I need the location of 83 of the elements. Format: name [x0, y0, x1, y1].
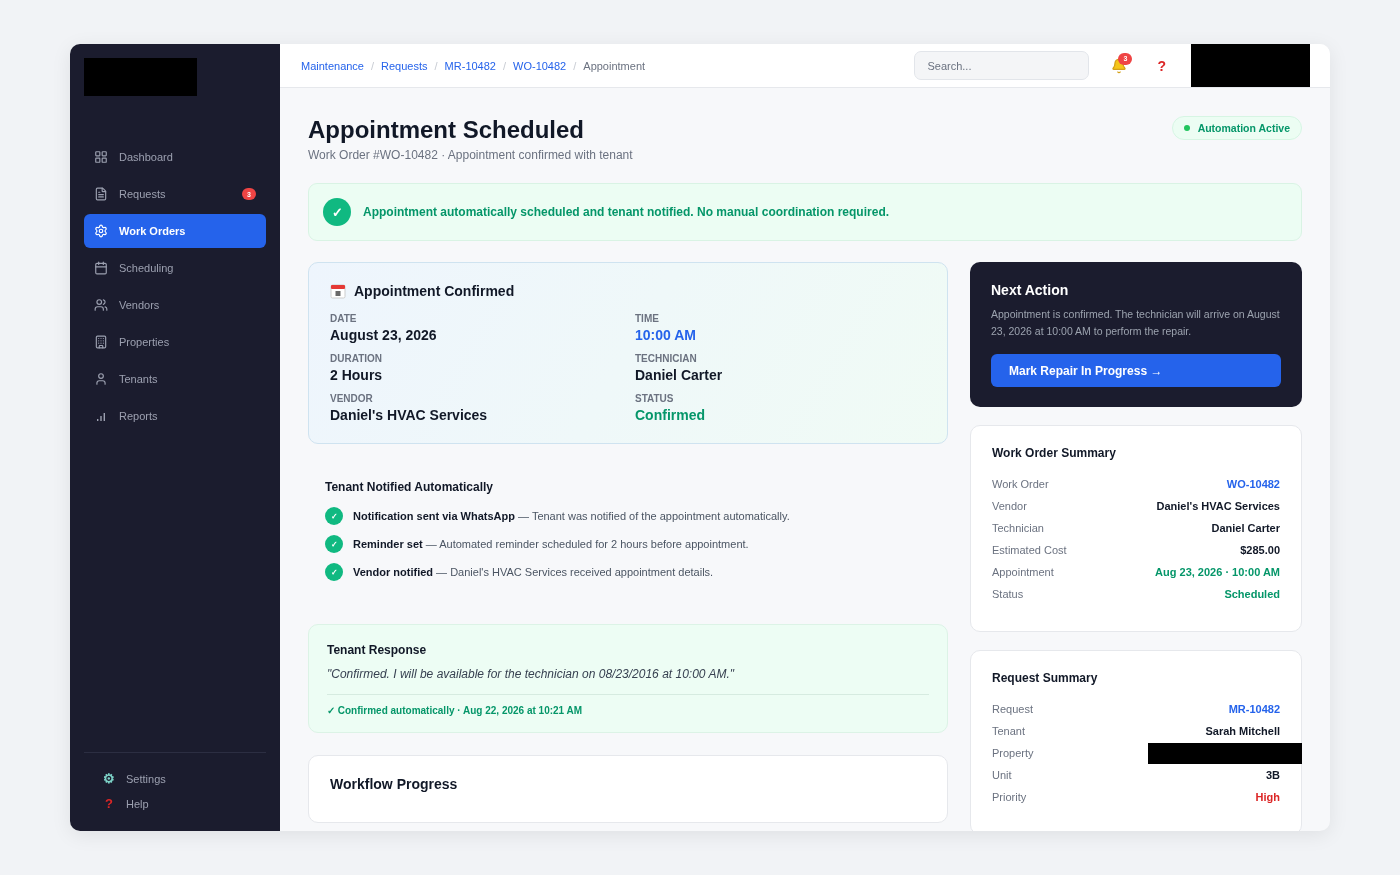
breadcrumb[interactable]: Maintenance	[301, 59, 364, 72]
summary-label: Status	[992, 588, 1024, 600]
field-value: 2 Hours	[330, 367, 384, 383]
footer-link[interactable]: ? Help	[102, 796, 266, 811]
summary-value: Aug 23, 2026 · 10:00 AM	[1155, 566, 1280, 578]
summary-label: Estimated Cost	[992, 544, 1067, 556]
nav-icon	[94, 372, 108, 386]
field-label: VENDOR	[330, 393, 374, 404]
field-value: 10:00 AM	[635, 327, 697, 343]
summary-label: Work Order	[992, 478, 1049, 490]
field-value: Daniel's HVAC Services	[330, 407, 489, 423]
breadcrumb-separator: /	[434, 59, 438, 72]
nav-item[interactable]: Vendors	[84, 288, 266, 322]
breadcrumb-separator: /	[371, 59, 375, 72]
notification-text: Reminder set — Automated reminder scheduled for 2 hours before appointment.	[353, 538, 749, 550]
field-label: STATUS	[635, 393, 675, 404]
check-icon: ✓	[325, 563, 343, 581]
status-pill: Automation Active	[1171, 116, 1302, 140]
field-label: TECHNICIAN	[635, 353, 698, 364]
notification-text: Vendor notified — Daniel's HVAC Services received appointment details.	[353, 566, 714, 578]
summary-value: Daniel Carter	[1211, 522, 1280, 534]
summary-label: Technician	[992, 522, 1044, 534]
nav-icon	[94, 187, 108, 201]
nav-item[interactable]: Dashboard	[84, 140, 266, 174]
nav-item[interactable]: Reports	[84, 399, 266, 433]
nav-item[interactable]: Tenants	[84, 362, 266, 396]
card-title: Workflow Progress	[330, 776, 459, 792]
summary-label: Priority	[992, 791, 1027, 803]
section-title: Tenant Notified Automatically	[325, 480, 494, 494]
summary-value: Scheduled	[1224, 588, 1280, 600]
nav-icon	[94, 224, 108, 238]
field-label: TIME	[635, 313, 660, 324]
action-text: Appointment is confirmed. The technician will arrive on August 23, 2026 at 10:00 AM to perform the repair.	[991, 307, 1281, 339]
card-title: Appointment Confirmed	[354, 283, 515, 299]
breadcrumb-separator: /	[573, 59, 577, 72]
banner-text: Appointment automatically scheduled and tenant notified. No manual coordination required.	[363, 205, 890, 219]
nav-icon	[94, 150, 108, 164]
field-value: Confirmed	[635, 407, 706, 423]
confirmation-note: ✓ Confirmed automatically · Aug 22, 2026 at 10:21 AM	[327, 705, 584, 716]
nav-item[interactable]: Work Orders	[84, 214, 266, 248]
calendar-icon	[330, 283, 346, 299]
summary-label: Unit	[992, 769, 1012, 781]
field-value: Daniel Carter	[635, 367, 724, 383]
breadcrumb[interactable]: Requests	[381, 59, 428, 72]
nav-item[interactable]: Properties	[84, 325, 266, 359]
summary-label: Property	[992, 747, 1034, 759]
summary-value: Daniel's HVAC Services	[1156, 500, 1280, 512]
breadcrumb: Appointment	[583, 59, 646, 72]
breadcrumb-separator: /	[502, 59, 507, 72]
section-title: Tenant Response	[327, 643, 428, 657]
nav-icon	[94, 335, 108, 349]
summary-value: 3B	[1265, 769, 1280, 781]
breadcrumb[interactable]: WO-10482	[513, 59, 567, 72]
summary-value: $285.00	[1240, 544, 1280, 556]
check-icon: ✓	[325, 535, 343, 553]
footer-link[interactable]: ⚙ Settings	[102, 771, 266, 786]
nav-item[interactable]: Scheduling	[84, 251, 266, 285]
summary-value[interactable]: MR-10482	[1228, 703, 1280, 715]
summary-label: Tenant	[992, 725, 1026, 737]
summary-value: Sarah Mitchell	[1205, 725, 1280, 737]
summary-value[interactable]: WO-10482	[1226, 478, 1280, 490]
card-title: Request Summary	[992, 671, 1099, 685]
summary-label: Request	[992, 703, 1033, 715]
mark-progress-button[interactable]: Mark Repair In Progress →	[991, 354, 1281, 387]
card-title: Work Order Summary	[992, 446, 1117, 460]
check-icon: ✓	[325, 507, 343, 525]
check-icon: ✓	[323, 198, 351, 226]
summary-label: Vendor	[992, 500, 1027, 512]
nav-icon	[94, 298, 108, 312]
tenant-quote: "Confirmed. I will be available for the technician on 08/23/2016 at 10:00 AM."	[327, 667, 929, 695]
notification-text: Notification sent via WhatsApp — Tenant was notified of the appointment automatically.	[353, 510, 790, 522]
field-label: DURATION	[330, 353, 384, 364]
field-label: DATE	[330, 313, 358, 324]
card-title: Next Action	[991, 282, 1070, 298]
field-value: August 23, 2026	[330, 327, 438, 343]
page-subtitle: Work Order #WO-10482 · Appointment confirmed with tenant	[308, 148, 633, 162]
breadcrumb[interactable]: MR-10482	[444, 59, 496, 72]
nav-icon	[94, 261, 108, 275]
help-icon[interactable]: ?	[1157, 57, 1166, 74]
page-title: Appointment Scheduled	[308, 116, 585, 144]
summary-value: High	[1255, 791, 1280, 803]
summary-label: Appointment	[992, 566, 1054, 578]
search-field[interactable]: Search...	[914, 51, 1090, 80]
